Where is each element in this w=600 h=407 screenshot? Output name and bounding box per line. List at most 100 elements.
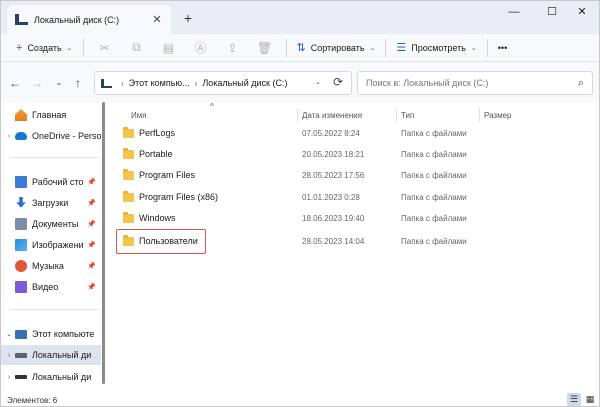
- sidebar-item-label: Этот компьюте: [32, 329, 95, 339]
- navigation-row: ← → ⌄ ↑ › Этот компью... › Локальный дис…: [1, 62, 599, 102]
- chevron-down-icon: ⌄: [66, 44, 73, 52]
- pin-icon: 📌: [87, 263, 96, 270]
- minimize-button[interactable]: —: [495, 1, 533, 23]
- up-button[interactable]: ↑: [69, 75, 87, 91]
- search-input[interactable]: Поиск в: Локальный диск (C:) ⌕: [357, 71, 593, 95]
- file-type: Папка с файлами: [401, 149, 467, 159]
- chevron-down-icon[interactable]: ⌄: [3, 330, 15, 338]
- column-divider[interactable]: [396, 108, 397, 122]
- create-button[interactable]: + Создать ⌄: [11, 37, 78, 59]
- file-name: Program Files (x86): [139, 192, 219, 202]
- rename-button[interactable]: Ⓐ: [185, 37, 217, 59]
- sidebar-item-onedrive[interactable]: › OneDrive - Perso: [1, 126, 101, 146]
- sidebar-item-pictures[interactable]: Изображени 📌: [1, 235, 101, 255]
- pin-icon: 📌: [87, 284, 96, 291]
- file-row[interactable]: Windows 18.06.2023 19:40 Папка с файлами: [115, 208, 499, 228]
- sidebar-item-downloads[interactable]: Загрузки 📌: [1, 193, 101, 213]
- cut-button[interactable]: ✂: [89, 37, 121, 59]
- address-bar[interactable]: › Этот компью... › Локальный диск (C:) ⌄…: [94, 71, 352, 95]
- computer-icon: [15, 14, 28, 25]
- file-row[interactable]: Program Files 28.05.2023 17:56 Папка с ф…: [115, 165, 499, 185]
- column-header-type[interactable]: Тип: [401, 106, 414, 124]
- breadcrumb-separator: ›: [194, 78, 198, 88]
- downloads-icon: [16, 197, 26, 208]
- sidebar-item-local-disk-d[interactable]: › Локальный ди: [1, 367, 101, 387]
- file-name: Windows: [139, 213, 176, 223]
- sidebar-item-documents[interactable]: Документы 📌: [1, 214, 101, 234]
- sidebar-item-music[interactable]: Музыка 📌: [1, 256, 101, 276]
- recent-locations-button[interactable]: ⌄: [50, 75, 68, 91]
- sidebar-item-label: Загрузки: [32, 198, 69, 208]
- rename-icon: Ⓐ: [194, 41, 207, 55]
- sidebar-item-label: Изображени: [32, 240, 84, 250]
- file-name: Program Files: [139, 170, 196, 180]
- file-date: 18.06.2023 19:40: [302, 213, 365, 223]
- file-date: 28.05.2023 14:04: [302, 236, 365, 246]
- details-view-button[interactable]: ☰: [567, 393, 581, 406]
- forward-button[interactable]: →: [28, 75, 46, 91]
- pin-icon: 📌: [87, 179, 96, 186]
- home-icon: [15, 109, 27, 121]
- status-bar: Элементов: 6: [1, 392, 599, 406]
- drive-icon: [15, 352, 27, 358]
- sidebar-item-label: OneDrive - Perso: [32, 131, 101, 141]
- sort-icon: ⇅: [296, 42, 306, 54]
- tab-local-disk[interactable]: Локальный диск (C:) ✕: [7, 5, 171, 34]
- plus-icon: +: [16, 41, 23, 54]
- item-count: Элементов: 6: [7, 395, 58, 405]
- breadcrumb-this-pc[interactable]: Этот компью...: [129, 78, 190, 88]
- column-divider[interactable]: [297, 108, 298, 122]
- new-tab-button[interactable]: +: [179, 9, 197, 27]
- back-button[interactable]: ←: [6, 75, 24, 91]
- breadcrumb-local-disk[interactable]: Локальный диск (C:): [202, 78, 287, 88]
- copy-button[interactable]: ⧉: [121, 37, 153, 59]
- title-bar: Локальный диск (C:) ✕ + — ☐ ✕: [1, 1, 599, 34]
- pin-icon: 📌: [87, 200, 96, 207]
- column-header-size[interactable]: Размер: [484, 106, 512, 124]
- column-divider[interactable]: [479, 108, 480, 122]
- search-icon: ⌕: [577, 76, 584, 89]
- column-header-name[interactable]: Имя: [131, 106, 147, 124]
- folder-icon: [123, 211, 134, 223]
- sidebar-item-videos[interactable]: Видео 📌: [1, 277, 101, 297]
- tab-close-icon[interactable]: ✕: [151, 13, 163, 26]
- sidebar-item-this-pc[interactable]: ⌄ Этот компьюте: [1, 324, 101, 344]
- chevron-right-icon[interactable]: ›: [3, 133, 15, 140]
- more-options-button[interactable]: •••: [493, 37, 512, 59]
- chevron-down-icon: ⌄: [369, 44, 376, 52]
- sort-caret-icon: ^: [210, 102, 214, 111]
- share-button[interactable]: ⇪: [217, 37, 249, 59]
- delete-button[interactable]: 🗑: [249, 37, 281, 59]
- chevron-down-icon[interactable]: ⌄: [315, 78, 321, 86]
- chevron-right-icon[interactable]: ›: [3, 374, 15, 381]
- sidebar-item-label: Локальный ди: [32, 372, 92, 382]
- toolbar-divider: [285, 38, 287, 57]
- sidebar-item-desktop[interactable]: Рабочий сто 📌: [1, 172, 101, 192]
- scissors-icon: ✂: [99, 40, 110, 55]
- chevron-right-icon[interactable]: ›: [3, 352, 15, 359]
- documents-icon: [15, 218, 27, 230]
- create-label: Создать: [27, 42, 62, 53]
- file-name: PerfLogs: [139, 128, 176, 138]
- column-header-date[interactable]: Дата изменения: [302, 106, 362, 124]
- sidebar-item-home[interactable]: Главная: [1, 105, 101, 125]
- folder-icon: [123, 126, 134, 138]
- file-name-cell: Program Files: [123, 165, 195, 185]
- tab-title: Локальный диск (C:): [34, 14, 120, 25]
- toolbar-divider: [385, 38, 387, 57]
- file-row[interactable]: Portable 20.05.2023 18:21 Папка с файлам…: [115, 144, 499, 164]
- more-icon: •••: [497, 42, 508, 53]
- sidebar-item-label: Документы: [32, 219, 79, 229]
- file-row[interactable]: Program Files (x86) 01.01.2023 0:28 Папк…: [115, 187, 499, 207]
- paste-button[interactable]: ▤: [153, 37, 185, 59]
- close-button[interactable]: ✕: [563, 1, 599, 23]
- tiles-view-button[interactable]: ▦: [583, 393, 597, 406]
- view-button[interactable]: ☰ Просмотреть ⌄: [391, 37, 481, 59]
- sidebar-item-local-disk-c[interactable]: › Локальный ди: [1, 345, 101, 365]
- file-row[interactable]: PerfLogs 07.05.2022 8:24 Папка с файлами: [115, 123, 499, 143]
- cloud-icon: [15, 132, 27, 140]
- file-name-cell: Program Files (x86): [123, 187, 218, 207]
- copy-icon: ⧉: [132, 40, 141, 54]
- sort-button[interactable]: ⇅ Сортировать ⌄: [292, 37, 381, 59]
- refresh-icon[interactable]: ⟳: [333, 75, 343, 89]
